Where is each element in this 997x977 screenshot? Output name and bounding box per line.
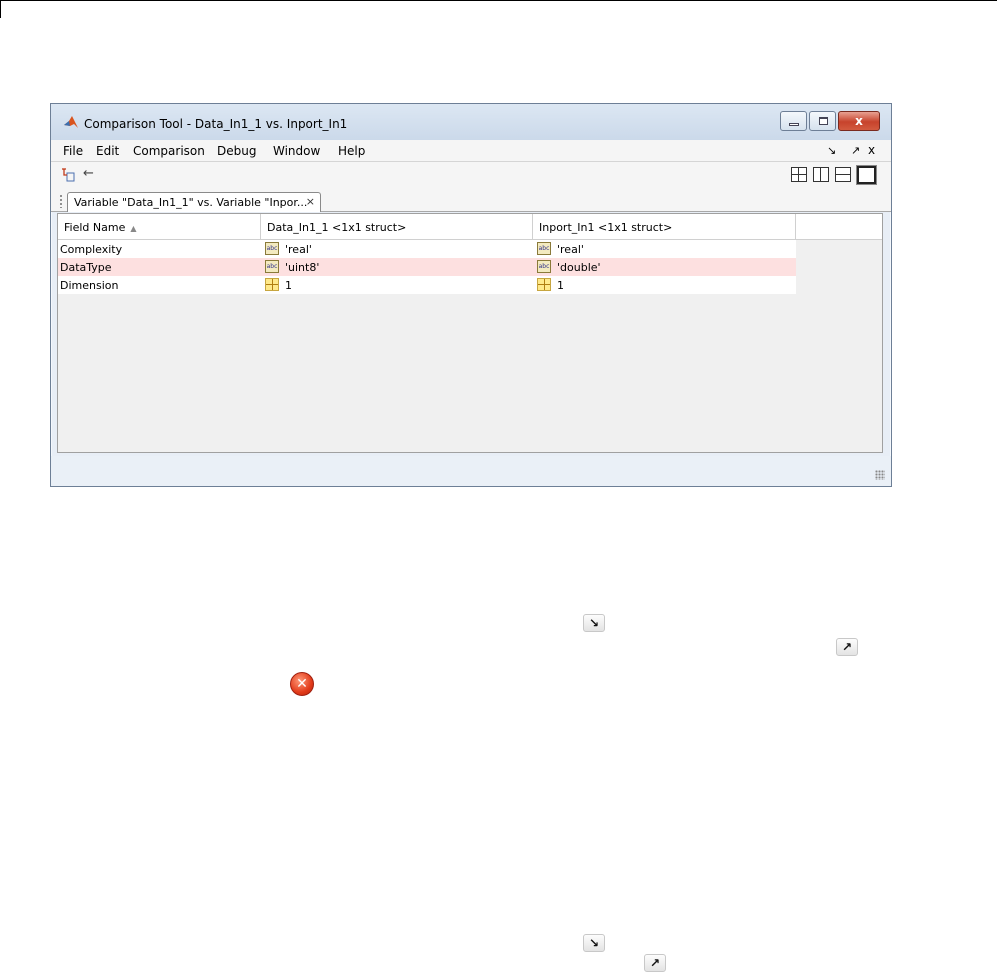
left-variable-label: Data_In1_1 <1x1 struct>: [267, 221, 407, 234]
column-header-field-name[interactable]: Field Name ▲: [58, 214, 261, 240]
tab-grip-icon[interactable]: [59, 194, 63, 208]
maximize-button[interactable]: [809, 111, 836, 131]
maximize-icon: [819, 117, 828, 125]
matlab-logo-icon: [64, 116, 78, 128]
page-left-rule: [0, 0, 1, 18]
tab-close-icon[interactable]: ×: [306, 195, 315, 208]
string-abc-icon: abc: [537, 260, 551, 273]
swap-sides-icon[interactable]: [61, 167, 77, 183]
layout-columns-icon: [820, 168, 821, 181]
grid-line-h: [266, 284, 278, 285]
resize-grip-icon[interactable]: [875, 470, 885, 480]
undock-button-icon: ↘: [583, 614, 605, 632]
right-value-cell: 1: [533, 276, 796, 294]
window-title: Comparison Tool - Data_In1_1 vs. Inport_…: [84, 117, 348, 131]
dock-arrow-glyph: ↗: [841, 640, 853, 654]
field-name-text: Complexity: [60, 243, 123, 256]
page-top-rule: [0, 0, 997, 1]
field-name-text: Dimension: [60, 279, 119, 292]
close-window-button[interactable]: x: [838, 111, 880, 131]
tab-label: Variable "Data_In1_1" vs. Variable "Inpo…: [74, 196, 308, 209]
field-name-label: Field Name: [64, 221, 126, 234]
string-abc-icon: abc: [265, 260, 279, 273]
document-tab-strip: Variable "Data_In1_1" vs. Variable "Inpo…: [51, 188, 891, 212]
layout-single-button[interactable]: [857, 166, 876, 184]
right-value-text: 1: [557, 279, 564, 292]
layout-grid-button[interactable]: [791, 167, 807, 182]
close-document-icon[interactable]: x: [868, 143, 875, 157]
table-header: Field Name ▲ Data_In1_1 <1x1 struct> Inpo…: [58, 214, 882, 240]
title-bar[interactable]: Comparison Tool - Data_In1_1 vs. Inport_…: [51, 104, 891, 140]
comparison-table: Field Name ▲ Data_In1_1 <1x1 struct> Inpo…: [57, 213, 883, 453]
left-value-cell: abc 'real': [261, 240, 533, 258]
dock-button-icon: ↗: [644, 954, 666, 972]
grid-line-h: [538, 284, 550, 285]
column-header-left-variable[interactable]: Data_In1_1 <1x1 struct>: [261, 214, 533, 240]
right-value-text: 'real': [557, 243, 584, 256]
numeric-array-icon: [537, 278, 551, 291]
minimize-button[interactable]: [780, 111, 807, 131]
layout-side-by-side-button[interactable]: [813, 167, 829, 182]
menu-edit[interactable]: Edit: [96, 144, 119, 158]
string-abc-icon: abc: [537, 242, 551, 255]
right-value-text: 'double': [557, 261, 601, 274]
dock-icon[interactable]: ↗: [851, 144, 860, 157]
error-x-glyph: ✕: [296, 676, 308, 692]
undock-arrow-glyph: ↘: [588, 616, 600, 630]
column-header-right-variable[interactable]: Inport_In1 <1x1 struct>: [533, 214, 796, 240]
sort-ascending-icon: ▲: [130, 224, 137, 233]
undock-icon[interactable]: ↘: [827, 144, 836, 157]
menu-help[interactable]: Help: [338, 144, 365, 158]
page: Comparison Tool - Data_In1_1 vs. Inport_…: [0, 0, 997, 977]
menu-file[interactable]: File: [63, 144, 83, 158]
status-bar: [51, 456, 891, 486]
layout-stacked-button[interactable]: [835, 167, 851, 182]
menu-window[interactable]: Window: [273, 144, 320, 158]
back-arrow-icon[interactable]: ←: [83, 166, 94, 181]
dock-button-icon: ↗: [836, 638, 858, 656]
table-row[interactable]: DataType abc 'uint8' abc 'double': [58, 258, 796, 276]
dock-arrow-glyph: ↗: [649, 956, 661, 970]
left-value-text: 'real': [285, 243, 312, 256]
left-value-text: 'uint8': [285, 261, 320, 274]
numeric-array-icon: [265, 278, 279, 291]
left-value-cell: 1: [261, 276, 533, 294]
layout-grid-divider: [792, 174, 806, 175]
menu-debug[interactable]: Debug: [217, 144, 256, 158]
undock-arrow-glyph: ↘: [588, 936, 600, 950]
column-header-label: Field Name ▲: [64, 221, 137, 234]
left-value-cell: abc 'uint8': [261, 258, 533, 276]
undock-button-icon: ↘: [583, 934, 605, 952]
layout-rows-icon: [836, 174, 850, 175]
close-icon: x: [855, 114, 863, 128]
left-value-text: 1: [285, 279, 292, 292]
table-row[interactable]: Dimension 1 1: [58, 276, 796, 294]
minimize-icon: [789, 123, 799, 126]
table-row[interactable]: Complexity abc 'real' abc 'real': [58, 240, 796, 258]
menu-comparison[interactable]: Comparison: [133, 144, 205, 158]
right-value-cell: abc 'double': [533, 258, 796, 276]
tab-variable-comparison[interactable]: Variable "Data_In1_1" vs. Variable "Inpo…: [67, 192, 321, 212]
right-value-cell: abc 'real': [533, 240, 796, 258]
menu-bar: File Edit Comparison Debug Window Help ↘…: [51, 140, 891, 162]
field-name-text: DataType: [60, 261, 112, 274]
toolbar: ←: [51, 162, 891, 188]
close-error-icon: ✕: [290, 672, 314, 696]
comparison-tool-window: Comparison Tool - Data_In1_1 vs. Inport_…: [50, 103, 892, 487]
right-variable-label: Inport_In1 <1x1 struct>: [539, 221, 673, 234]
string-abc-icon: abc: [265, 242, 279, 255]
